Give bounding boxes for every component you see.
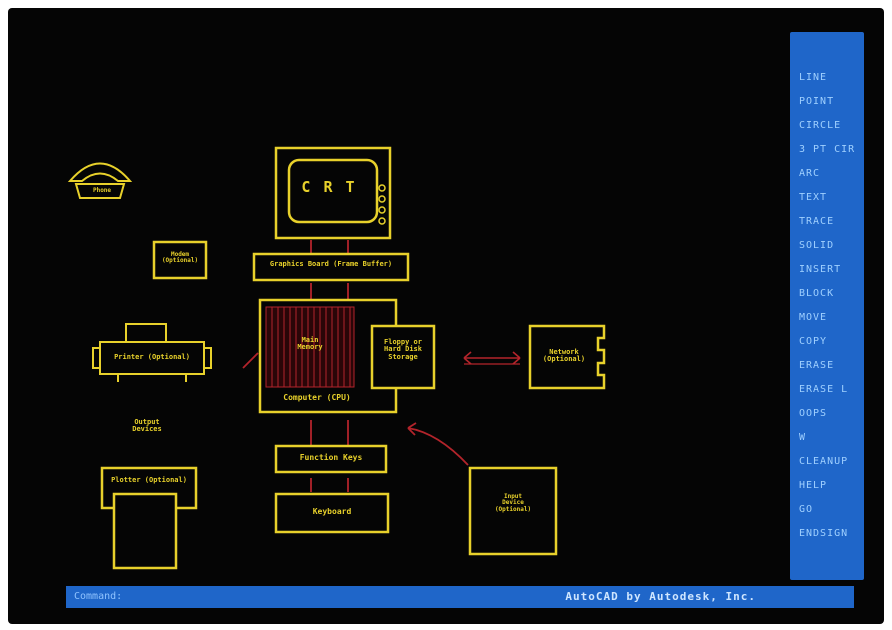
network-label: Network (Optional) bbox=[542, 348, 586, 364]
menu-item-solid[interactable]: SOLID bbox=[799, 234, 861, 258]
plotter-label: Plotter (Optional) bbox=[111, 476, 187, 484]
screen-menu: LINE POINT CIRCLE 3 PT CIR ARC TEXT TRAC… bbox=[790, 32, 864, 580]
phone-label: Phone bbox=[92, 187, 112, 194]
command-input[interactable] bbox=[134, 590, 454, 604]
menu-item-cleanup[interactable]: CLEANUP bbox=[799, 450, 861, 474]
monitor-screen: C R T Graphics Board (Frame Buffer) Main… bbox=[8, 8, 884, 624]
menu-item-help[interactable]: HELP bbox=[799, 474, 861, 498]
autocad-credit-text: AutoCAD by Autodesk, Inc. bbox=[565, 590, 756, 603]
function-keys-label: Function Keys bbox=[299, 453, 363, 462]
output-devices-label: Output Devices bbox=[132, 418, 162, 434]
menu-item-erase[interactable]: ERASE bbox=[799, 354, 861, 378]
disk-storage-label: Floppy or Hard Disk Storage bbox=[384, 338, 422, 361]
menu-item-arc[interactable]: ARC bbox=[799, 162, 861, 186]
drawing-canvas[interactable] bbox=[8, 8, 884, 624]
menu-item-trace[interactable]: TRACE bbox=[799, 210, 861, 234]
menu-item-text[interactable]: TEXT bbox=[799, 186, 861, 210]
printer-label: Printer (Optional) bbox=[114, 353, 190, 361]
menu-item-copy[interactable]: COPY bbox=[799, 330, 861, 354]
menu-item-move[interactable]: MOVE bbox=[799, 306, 861, 330]
modem-label: Modem (Optional) bbox=[161, 251, 199, 265]
menu-item-oops[interactable]: OOPS bbox=[799, 402, 861, 426]
command-prompt-label: Command: bbox=[74, 591, 123, 602]
keyboard-label: Keyboard bbox=[312, 507, 352, 516]
menu-item-3pt-cir[interactable]: 3 PT CIR bbox=[799, 138, 861, 162]
menu-item-erase-l[interactable]: ERASE L bbox=[799, 378, 861, 402]
menu-item-point[interactable]: POINT bbox=[799, 90, 861, 114]
menu-item-go[interactable]: GO bbox=[799, 498, 861, 522]
main-memory-label: Main Memory bbox=[297, 336, 323, 352]
menu-item-endsign[interactable]: ENDSIGN bbox=[799, 522, 861, 546]
menu-item-w[interactable]: W bbox=[799, 426, 861, 450]
computer-label: Computer (CPU) bbox=[283, 393, 351, 402]
crt-label: C R T bbox=[301, 178, 357, 196]
menu-item-circle[interactable]: CIRCLE bbox=[799, 114, 861, 138]
menu-item-line[interactable]: LINE bbox=[799, 66, 861, 90]
command-status-bar: Command: AutoCAD by Autodesk, Inc. bbox=[66, 586, 854, 608]
menu-item-insert[interactable]: INSERT bbox=[799, 258, 861, 282]
graphics-board-label: Graphics Board (Frame Buffer) bbox=[269, 260, 393, 268]
menu-item-block[interactable]: BLOCK bbox=[799, 282, 861, 306]
input-device-label: Input Device (Optional) bbox=[494, 493, 532, 513]
